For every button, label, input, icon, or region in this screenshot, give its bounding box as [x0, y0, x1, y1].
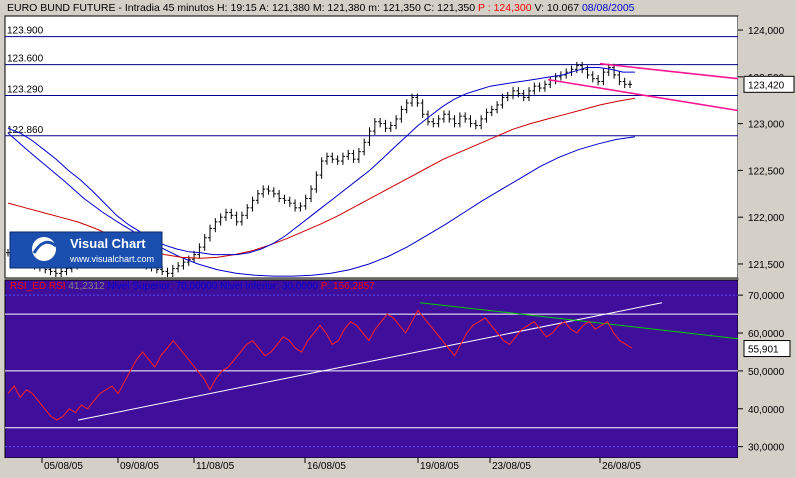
header-part-2: A: 121,380 [257, 2, 310, 14]
chart-header: EURO BUND FUTURE - Intradia 45 minutos H… [7, 2, 635, 14]
header-part-1: 41,2312 [66, 281, 105, 292]
rsi-panel [4, 279, 739, 459]
rsi-y-tick-label: 50,0000 [748, 367, 785, 378]
rsi-last-label: 55,901 [748, 345, 779, 356]
chart-window: 123.900 123.600 123.290 122.860 124,000 123,… [0, 0, 796, 473]
header-part-6: P : 124,300 [475, 2, 532, 14]
header-part-3: M: 121,380 [310, 2, 366, 14]
x-tick-label: 05/08/05 [44, 461, 83, 472]
header-part-2: Nivel Superior: 70,00000 [105, 281, 218, 292]
header-part-1: H: 19:15 [214, 2, 257, 14]
level-label-0: 123.900 [7, 26, 44, 37]
chart-canvas: 123.900123.600123.290122.860 124,000123,… [0, 2, 796, 473]
header-part-4: P: 156,2857 [318, 281, 375, 292]
header-part-0: EURO BUND FUTURE - Intradia 45 minutos [7, 2, 214, 14]
logo-name: Visual Chart [70, 236, 146, 251]
rsi-y-tick-label: 30,0000 [748, 443, 785, 454]
logo-url: www.visualchart.com [69, 254, 154, 264]
x-tick-label: 19/08/05 [420, 461, 459, 472]
header-part-3: Nivel Inferior: 30,0000 [217, 281, 318, 292]
rsi-header: RSI_ED RSI 41,2312 Nivel Superior: 70,00… [10, 281, 375, 292]
visual-chart-logo: Visual Chart www.visualchart.com [9, 231, 163, 269]
price-axis [738, 16, 796, 278]
header-part-5: C: 121,350 [421, 2, 475, 14]
rsi-y-tick-label: 40,0000 [748, 405, 785, 416]
x-tick-label: 23/08/05 [492, 461, 531, 472]
level-label-2: 123.290 [7, 85, 44, 96]
x-tick-label: 09/08/05 [120, 461, 159, 472]
header-part-4: m: 121,350 [365, 2, 421, 14]
x-tick-label: 16/08/05 [307, 461, 346, 472]
price-y-tick-label: 121,500 [748, 260, 785, 271]
price-y-tick-label: 124,000 [748, 26, 785, 37]
x-tick-label: 26/08/05 [602, 461, 641, 472]
level-label-1: 123.600 [7, 54, 44, 65]
x-tick-label: 11/08/05 [196, 461, 235, 472]
header-part-7: V: 10.067 [532, 2, 580, 14]
price-y-tick-label: 122,500 [748, 166, 785, 177]
price-y-tick-label: 122,000 [748, 213, 785, 224]
header-part-8: 08/08/2005 [579, 2, 635, 14]
rsi-y-tick-label: 60,0000 [748, 329, 785, 340]
rsi-y-tick-label: 70,0000 [748, 291, 785, 302]
price-y-tick-label: 123,000 [748, 120, 785, 131]
last-price-label: 123,420 [748, 80, 785, 91]
header-part-0: RSI_ED RSI [10, 281, 66, 292]
